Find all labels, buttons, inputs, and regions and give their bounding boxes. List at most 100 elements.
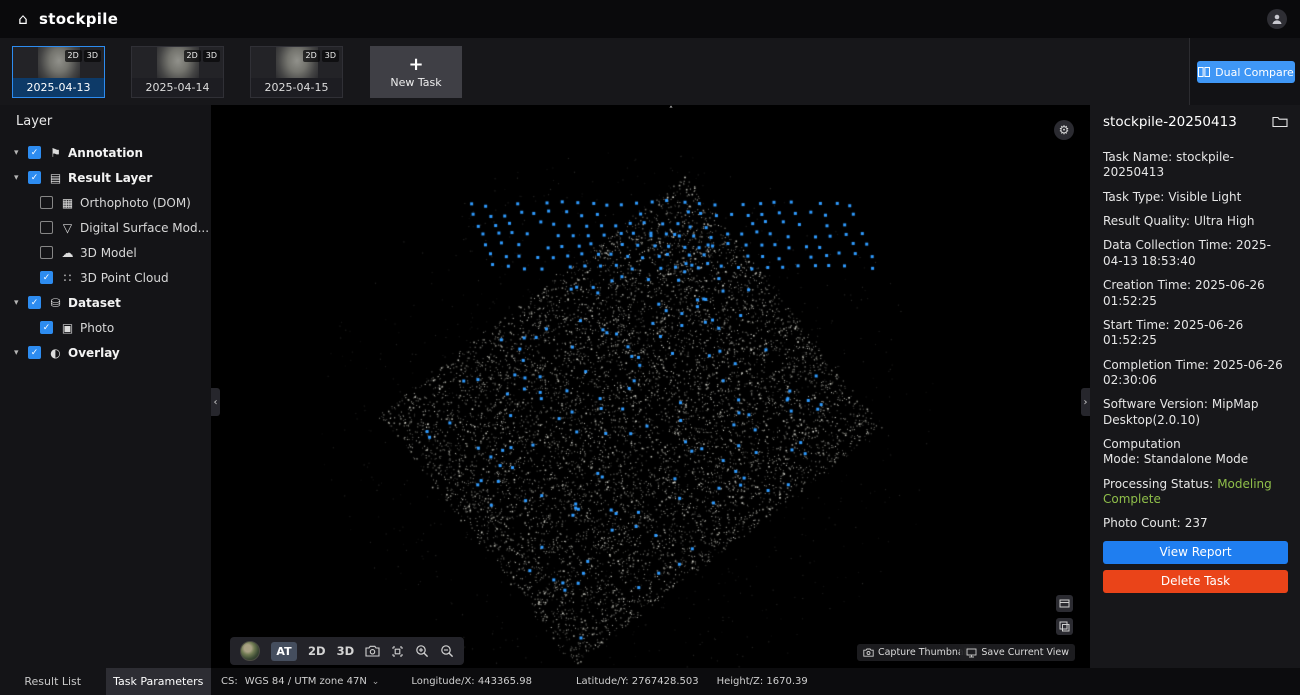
layer-tree: ⚑ Annotation ▤ Result Layer ▦ Orthophoto… <box>0 140 211 365</box>
layer-label: Overlay <box>68 346 120 360</box>
new-task-button[interactable]: New Task <box>370 46 462 98</box>
badge-3d: 3D <box>322 50 339 62</box>
viewer-settings-gear-icon[interactable] <box>1054 120 1074 140</box>
collapse-top-handle[interactable] <box>657 105 685 116</box>
viewer-side-icons <box>1056 595 1073 635</box>
person-icon <box>1271 13 1283 25</box>
layer-label: Orthophoto (DOM) <box>80 196 191 210</box>
view-report-button[interactable]: View Report <box>1103 541 1288 564</box>
flag-icon: ⚑ <box>47 146 64 160</box>
bottom-left-tabs: Result List Task Parameters <box>0 668 211 695</box>
layer-row-photo[interactable]: ▣ Photo <box>0 315 211 340</box>
open-folder-icon[interactable] <box>1272 115 1288 128</box>
task-date-label: 2025-04-15 <box>251 78 342 97</box>
overlay-checkbox[interactable] <box>28 346 41 359</box>
photo-checkbox[interactable] <box>40 321 53 334</box>
field-data-collection-time: Data Collection Time:2025-04-13 18:53:40 <box>1103 238 1289 269</box>
task-panel-title: stockpile-20250413 <box>1103 114 1288 130</box>
annotation-checkbox[interactable] <box>28 146 41 159</box>
chevron-down-icon[interactable] <box>14 348 28 358</box>
split-view-icon[interactable] <box>1056 618 1073 635</box>
layer-label: Photo <box>80 321 114 335</box>
overlay-icon: ◐ <box>47 346 64 360</box>
layer-label: Result Layer <box>68 171 152 185</box>
orthophoto-checkbox[interactable] <box>40 196 53 209</box>
field-completion-time: Completion Time:2025-06-26 02:30:06 <box>1103 358 1289 389</box>
mode-at-button[interactable]: AT <box>271 642 297 661</box>
plus-icon <box>408 56 423 74</box>
chevron-down-icon[interactable] <box>14 298 28 308</box>
field-software-version: Software Version:MipMap Desktop(2.0.10) <box>1103 397 1289 428</box>
result-layer-checkbox[interactable] <box>28 171 41 184</box>
chevron-down-icon[interactable] <box>372 677 380 687</box>
layer-row-overlay[interactable]: ◐ Overlay <box>0 340 211 365</box>
badge-3d: 3D <box>203 50 220 62</box>
point-cloud-canvas[interactable] <box>211 105 1090 668</box>
save-current-view-button[interactable]: Save Current View <box>960 644 1075 661</box>
cs-select[interactable]: WGS 84 / UTM zone 47N <box>245 676 367 687</box>
layer-row-annotation[interactable]: ⚑ Annotation <box>0 140 211 165</box>
dsm-icon: ▽ <box>59 221 76 235</box>
select-region-icon[interactable] <box>391 645 404 658</box>
mode-3d-button[interactable]: 3D <box>337 644 355 658</box>
dsm-checkbox[interactable] <box>40 221 53 234</box>
longitude-readout: Longitude/X: 443365.98 <box>411 676 532 687</box>
zoom-out-icon[interactable] <box>440 644 454 658</box>
layer-row-dsm[interactable]: ▽ Digital Surface Mod... <box>0 215 211 240</box>
field-task-name: Task Name:stockpile-20250413 <box>1103 150 1289 181</box>
layer-label: Annotation <box>68 146 143 160</box>
layer-row-result-layer[interactable]: ▤ Result Layer <box>0 165 211 190</box>
capture-thumbnail-button[interactable]: Capture Thumbnail <box>857 644 975 661</box>
task-card-2025-04-15[interactable]: 2D 3D 2025-04-15 <box>250 46 343 98</box>
mode-2d-button[interactable]: 2D <box>308 644 326 658</box>
basemap-thumbnail[interactable] <box>240 641 260 661</box>
task-fields: Task Name:stockpile-20250413 Task Type:V… <box>1103 150 1289 532</box>
point-cloud-checkbox[interactable] <box>40 271 53 284</box>
collapse-left-handle[interactable] <box>211 388 220 416</box>
task-card-2025-04-13[interactable]: 2D 3D 2025-04-13 <box>12 46 105 98</box>
chevron-down-icon[interactable] <box>14 173 28 183</box>
chevron-down-icon[interactable] <box>14 148 28 158</box>
task-date-label: 2025-04-14 <box>132 78 223 97</box>
camera-small-icon <box>863 648 874 657</box>
layer-row-point-cloud[interactable]: ∷ 3D Point Cloud <box>0 265 211 290</box>
dual-compare-label: Dual Compare <box>1215 66 1294 79</box>
user-avatar[interactable] <box>1267 9 1287 29</box>
field-result-quality: Result Quality:Ultra High <box>1103 214 1289 229</box>
layer-panel-title: Layer <box>16 114 52 129</box>
task-card-2025-04-14[interactable]: 2D 3D 2025-04-14 <box>131 46 224 98</box>
dataset-icon: ⛁ <box>47 296 64 310</box>
latitude-readout: Latitude/Y: 2767428.503 <box>576 676 699 687</box>
layer-label: Digital Surface Mod... <box>80 221 209 235</box>
tab-task-parameters[interactable]: Task Parameters <box>106 668 212 695</box>
field-task-type: Task Type:Visible Light <box>1103 190 1289 205</box>
layer-row-3d-model[interactable]: ☁ 3D Model <box>0 240 211 265</box>
viewcube-icon[interactable] <box>1056 595 1073 612</box>
height-readout: Height/Z: 1670.39 <box>717 676 808 687</box>
layer-row-dataset[interactable]: ⛁ Dataset <box>0 290 211 315</box>
model-checkbox[interactable] <box>40 246 53 259</box>
delete-task-button[interactable]: Delete Task <box>1103 570 1288 593</box>
save-current-view-label: Save Current View <box>981 647 1069 658</box>
zoom-in-icon[interactable] <box>415 644 429 658</box>
app-window: stockpile 2D 3D 2025-04-13 2D 3D 2025-04… <box>0 0 1300 695</box>
dataset-checkbox[interactable] <box>28 296 41 309</box>
photo-icon: ▣ <box>59 321 76 335</box>
tab-result-list[interactable]: Result List <box>0 668 106 695</box>
field-processing-status: Processing Status:Modeling Complete <box>1103 477 1289 508</box>
layer-label: 3D Point Cloud <box>80 271 169 285</box>
dual-compare-button[interactable]: Dual Compare <box>1197 61 1295 83</box>
camera-icon[interactable] <box>365 645 380 657</box>
home-icon[interactable] <box>14 10 32 28</box>
capture-thumbnail-label: Capture Thumbnail <box>878 647 969 658</box>
collapse-right-handle[interactable] <box>1081 388 1090 416</box>
top-bar: stockpile <box>0 0 1300 38</box>
task-strip: 2D 3D 2025-04-13 2D 3D 2025-04-14 2D 3D … <box>0 38 1300 105</box>
model-icon: ☁ <box>59 246 76 260</box>
split-compare-icon <box>1198 67 1210 77</box>
layers-icon: ▤ <box>47 171 64 185</box>
pointcloud-icon: ∷ <box>59 271 76 285</box>
status-bar: CS: WGS 84 / UTM zone 47N Longitude/X: 4… <box>211 668 1300 695</box>
layer-row-orthophoto[interactable]: ▦ Orthophoto (DOM) <box>0 190 211 215</box>
field-photo-count: Photo Count:237 <box>1103 516 1289 531</box>
